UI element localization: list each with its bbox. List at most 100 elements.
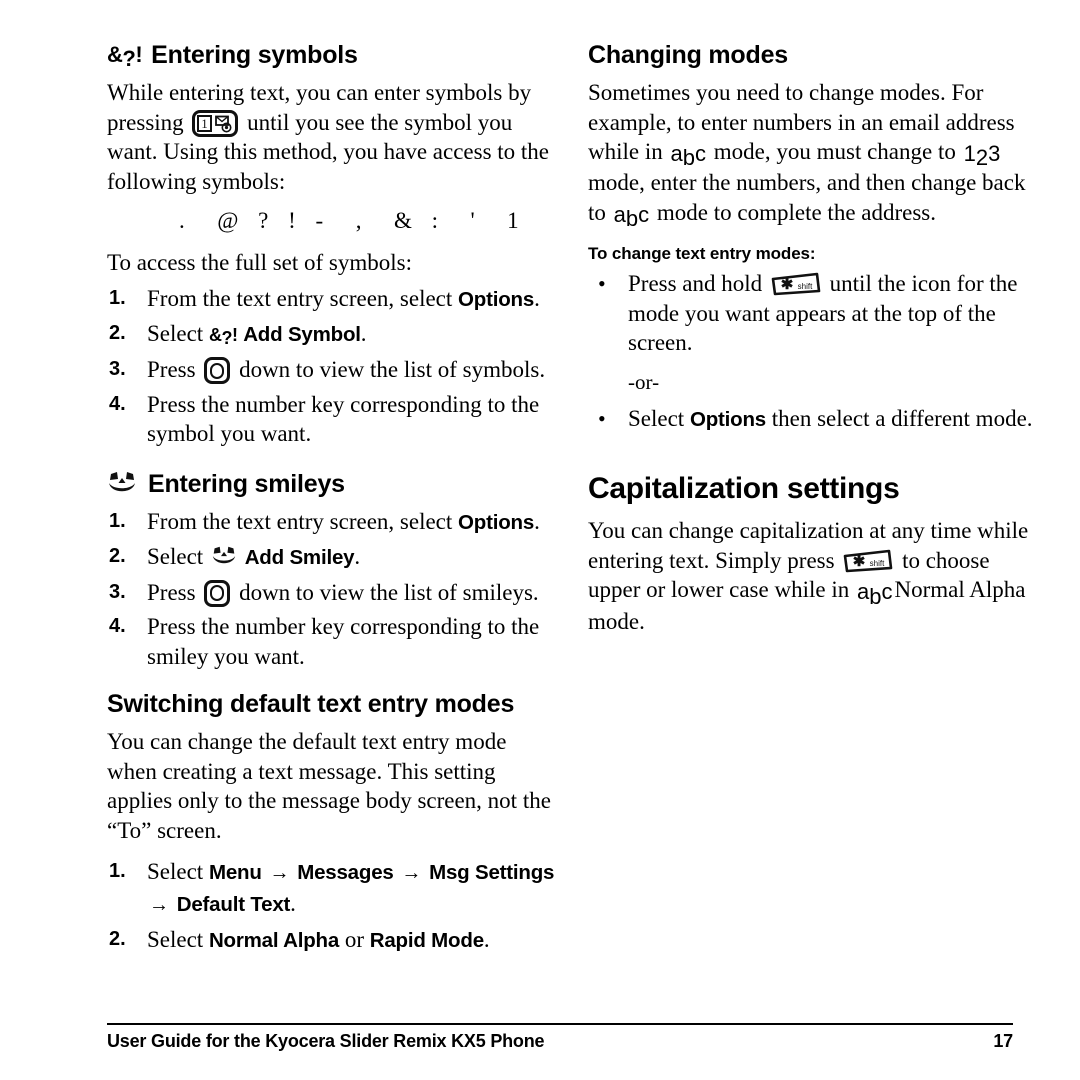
step-text: Press — [147, 357, 196, 383]
step-text: Press the number key corresponding to th… — [147, 614, 540, 669]
page-footer: User Guide for the Kyocera Slider Remix … — [107, 1023, 1013, 1052]
rapid-mode-label: Rapid Mode — [369, 929, 484, 953]
step-number: 1. — [109, 286, 126, 309]
conjunction-text: or — [344, 927, 364, 953]
bullet-item: • Select Options then select a different… — [588, 404, 1040, 435]
123-mode-icon: 123 — [963, 140, 1001, 171]
step-text: Press the number key corresponding to th… — [147, 391, 540, 447]
step-item: 3. Press down to view the list of symbol… — [107, 355, 559, 385]
or-separator: -or- — [628, 369, 660, 394]
step-text: Select — [147, 927, 204, 953]
step-text: Select — [147, 321, 204, 346]
symbols-glyph-icon: &?! — [208, 324, 238, 349]
symbols-glyph-icon: &?! — [107, 42, 143, 71]
smiley-face-icon — [107, 470, 137, 498]
step-item: 1. From the text entry screen, select Op… — [107, 507, 559, 538]
step-text-tail: . — [290, 890, 296, 916]
svg-text:✱: ✱ — [781, 277, 794, 293]
step-number: 1. — [109, 860, 126, 883]
bullet-marker: • — [598, 405, 606, 431]
available-symbols-list: . @ ? ! - , & : ' 1 — [179, 208, 526, 233]
navigation-key-icon — [204, 579, 231, 607]
page-columns: &?! Entering symbols While entering text… — [0, 0, 1080, 990]
step-number: 1. — [109, 509, 126, 532]
bullet-text: Select — [628, 405, 685, 431]
step-item: 4. Press the number key corresponding to… — [107, 612, 559, 671]
section-heading-entering-symbols: &?! Entering symbols — [107, 40, 559, 71]
step-text: Press — [147, 579, 196, 605]
svg-text:1: 1 — [202, 116, 209, 131]
add-smiley-label: Add Smiley — [244, 546, 355, 570]
abc-mode-icon: abc — [613, 201, 650, 232]
step-text-tail: down to view the list of symbols. — [239, 357, 546, 383]
options-label: Options — [689, 407, 766, 431]
entering-smileys-steps: 1. From the text entry screen, select Op… — [107, 507, 559, 672]
footer-row: User Guide for the Kyocera Slider Remix … — [107, 1031, 1013, 1052]
menu-path-messages: Messages — [297, 861, 394, 885]
options-label: Options — [458, 287, 535, 311]
bullet-item: • Press and hold ✱ shift until the icon … — [588, 269, 1040, 358]
shift-star-key-icon: ✱ shift — [771, 272, 821, 297]
bullet-text: Press and hold — [628, 271, 763, 297]
options-label: Options — [458, 510, 535, 534]
heading-text: Switching default text entry modes — [107, 690, 515, 719]
svg-text:shift: shift — [798, 282, 813, 291]
section-heading-switching-modes: Switching default text entry modes — [107, 689, 559, 719]
step-text-tail: . — [360, 321, 367, 346]
step-text: From the text entry screen, select — [147, 285, 453, 311]
step-text-tail: . — [534, 508, 540, 534]
entering-symbols-steps: 1. From the text entry screen, select Op… — [107, 284, 559, 449]
voicemail-one-key-icon: 1 — [192, 109, 239, 137]
normal-alpha-label: Normal Alpha — [208, 929, 340, 953]
body-text-part2: mode, you must change to — [713, 139, 956, 164]
right-column: Changing modes Sometimes you need to cha… — [588, 40, 1040, 646]
bullet-text-tail: then select a different mode. — [771, 405, 1033, 431]
step-number: 3. — [109, 580, 126, 603]
smiley-face-icon — [211, 545, 237, 569]
menu-path-msg-settings: Msg Settings — [429, 861, 555, 885]
arrow-icon: → — [401, 862, 422, 885]
heading-text: Changing modes — [588, 41, 788, 69]
manual-page: &?! Entering symbols While entering text… — [0, 0, 1080, 1080]
section-heading-changing-modes: Changing modes — [588, 40, 1040, 70]
step-text: From the text entry screen, select — [147, 508, 453, 534]
switching-modes-steps: 1. Select Menu → Messages → Msg Settings… — [107, 857, 559, 956]
full-symbol-set-lead: To access the full set of symbols: — [107, 250, 412, 275]
switching-modes-body: You can change the default text entry mo… — [107, 729, 551, 843]
section-heading-entering-smileys: Entering smileys — [107, 469, 559, 499]
heading-text: Entering smileys — [148, 469, 345, 498]
entering-symbols-intro: While entering text, you can enter symbo… — [107, 78, 559, 196]
change-modes-bullets-second: • Select Options then select a different… — [588, 404, 1040, 435]
step-item: 4. Press the number key corresponding to… — [107, 390, 559, 449]
arrow-icon: → — [269, 862, 290, 885]
heading-text: Entering symbols — [151, 41, 358, 69]
change-modes-bullets: • Press and hold ✱ shift until the icon … — [588, 269, 1040, 358]
step-item: 2. Select Add Smiley. — [107, 542, 559, 573]
step-item: 1. From the text entry screen, select Op… — [107, 284, 559, 315]
menu-path-menu: Menu — [208, 861, 262, 885]
body-text-part4: mode to complete the address. — [656, 199, 937, 225]
step-text-tail: . — [534, 285, 540, 311]
step-text-tail: down to view the list of smileys. — [239, 579, 539, 605]
subheading-to-change-text-entry-modes: To change text entry modes: — [588, 244, 816, 264]
page-number: 17 — [993, 1031, 1013, 1051]
abc-mode-icon: abc — [670, 140, 707, 171]
step-text-tail: . — [483, 927, 490, 953]
step-item: 1. Select Menu → Messages → Msg Settings… — [107, 857, 559, 920]
step-number: 3. — [109, 358, 126, 381]
shift-star-key-icon: ✱ shift — [843, 549, 893, 574]
step-text: Select — [147, 544, 204, 570]
footer-divider — [107, 1023, 1013, 1025]
section-heading-capitalization-settings: Capitalization settings — [588, 472, 900, 506]
step-text-tail: . — [354, 544, 361, 570]
step-text: Select — [147, 859, 204, 885]
step-number: 2. — [109, 928, 126, 951]
step-item: 2. Select Normal Alpha or Rapid Mode. — [107, 925, 559, 956]
bullet-marker: • — [598, 271, 606, 297]
left-column: &?! Entering symbols While entering text… — [107, 40, 559, 966]
svg-text:✱: ✱ — [853, 554, 866, 570]
step-number: 2. — [109, 545, 126, 568]
add-symbol-label: Add Symbol — [243, 323, 361, 346]
menu-path-default-text: Default Text — [176, 892, 291, 916]
step-number: 4. — [109, 392, 126, 415]
